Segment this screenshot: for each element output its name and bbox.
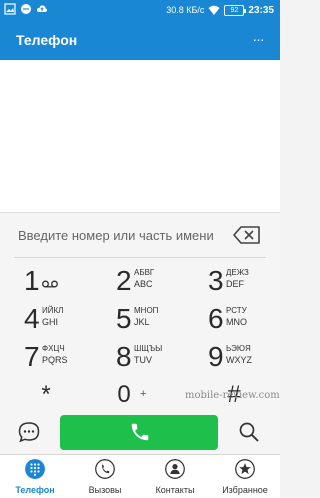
key-digit: 0: [117, 381, 131, 408]
tab-calls[interactable]: Вызовы: [70, 455, 140, 498]
key-plus-label: +: [140, 388, 147, 400]
clock: 23:35: [248, 4, 274, 16]
backspace-icon[interactable]: [233, 226, 261, 244]
contact-icon: [165, 459, 185, 479]
key-8[interactable]: 8 ШЩЪЫ TUV: [116, 340, 202, 378]
key-6[interactable]: 6 РСТУ MNO: [208, 302, 294, 340]
battery-icon: 92: [224, 4, 247, 16]
key-digit: 5: [116, 303, 132, 334]
status-indicators: 30.8 КБ/с 92 23:35: [166, 3, 274, 17]
key-latin-letters: WXYZ: [226, 355, 252, 365]
key-cyrillic-letters: РСТУ: [226, 306, 247, 315]
network-speed: 30.8 КБ/с: [166, 5, 205, 15]
key-9[interactable]: 9 ЬЭЮЯ WXYZ: [208, 340, 294, 378]
key-cyrillic-letters: ШЩЪЫ: [134, 344, 163, 353]
status-bar: 30.8 КБ/с 92 23:35: [0, 0, 280, 20]
wifi-icon: [208, 5, 220, 15]
tab-label: Телефон: [15, 485, 55, 495]
key-cyrillic-letters: ИЙКЛ: [42, 306, 64, 315]
gallery-notification-icon: [4, 3, 16, 15]
cloud-upload-icon: [36, 5, 48, 12]
action-row: [0, 412, 280, 454]
key-digit: 1: [24, 265, 40, 296]
tab-phone[interactable]: Телефон: [0, 455, 70, 498]
tab-label: Избранное: [222, 485, 268, 495]
key-cyrillic-letters: ДЕЖЗ: [226, 268, 249, 277]
key-5[interactable]: 5 МНОП JKL: [116, 302, 202, 340]
watermark: mobile-review.com: [185, 390, 280, 401]
key-cyrillic-letters: МНОП: [134, 306, 159, 315]
tab-contacts[interactable]: Контакты: [140, 455, 210, 498]
key-3[interactable]: 3 ДЕЖЗ DEF: [208, 264, 294, 302]
key-digit: 7: [24, 341, 40, 372]
key-digit: 9: [208, 341, 224, 372]
key-7[interactable]: 7 ФХЦЧ PQRS: [24, 340, 110, 378]
key-latin-letters: TUV: [134, 355, 152, 365]
key-cyrillic-letters: ФХЦЧ: [42, 344, 65, 353]
key-digit: 8: [116, 341, 132, 372]
key-0[interactable]: 0 +: [114, 380, 174, 416]
key-2[interactable]: 2 АБВГ ABC: [116, 264, 202, 302]
more-options-button[interactable]: ···: [248, 28, 268, 52]
key-4[interactable]: 4 ИЙКЛ GHI: [24, 302, 110, 340]
tab-label: Вызовы: [88, 485, 122, 495]
search-icon[interactable]: [238, 421, 260, 443]
key-latin-letters: PQRS: [42, 355, 68, 365]
results-area: [0, 60, 280, 212]
call-button[interactable]: [60, 415, 218, 450]
number-input[interactable]: [18, 223, 218, 247]
notification-icons: [4, 3, 48, 15]
phone-icon: [131, 423, 149, 441]
star-icon: [235, 459, 255, 479]
key-cyrillic-letters: АБВГ: [134, 268, 155, 277]
voicemail-icon: [42, 280, 58, 288]
key-latin-letters: GHI: [42, 317, 59, 327]
key-digit: 3: [208, 265, 224, 296]
battery-level: 92: [230, 6, 239, 14]
bottom-navigation: Телефон Вызовы Контакты Избранное: [0, 454, 280, 498]
key-cyrillic-letters: ЬЭЮЯ: [226, 344, 251, 353]
key-1[interactable]: 1: [24, 264, 110, 302]
message-icon[interactable]: [18, 421, 40, 443]
number-entry-row: [0, 213, 280, 257]
messenger-notification-icon: [21, 4, 31, 14]
key-latin-letters: ABC: [134, 279, 153, 289]
key-digit: 4: [24, 303, 40, 334]
key-star[interactable]: *: [36, 380, 96, 416]
app-bar: Телефон ···: [0, 20, 280, 60]
key-digit: 2: [116, 265, 132, 296]
key-latin-letters: DEF: [226, 279, 244, 289]
key-symbol: *: [41, 381, 51, 408]
divider: [14, 257, 266, 258]
dialpad-icon: [25, 459, 45, 479]
tab-favorites[interactable]: Избранное: [210, 455, 280, 498]
key-digit: 6: [208, 303, 224, 334]
tab-label: Контакты: [155, 485, 195, 495]
key-latin-letters: MNO: [226, 317, 247, 327]
phone-history-icon: [95, 459, 115, 479]
page-title: Телефон: [16, 32, 78, 48]
key-latin-letters: JKL: [134, 317, 150, 327]
